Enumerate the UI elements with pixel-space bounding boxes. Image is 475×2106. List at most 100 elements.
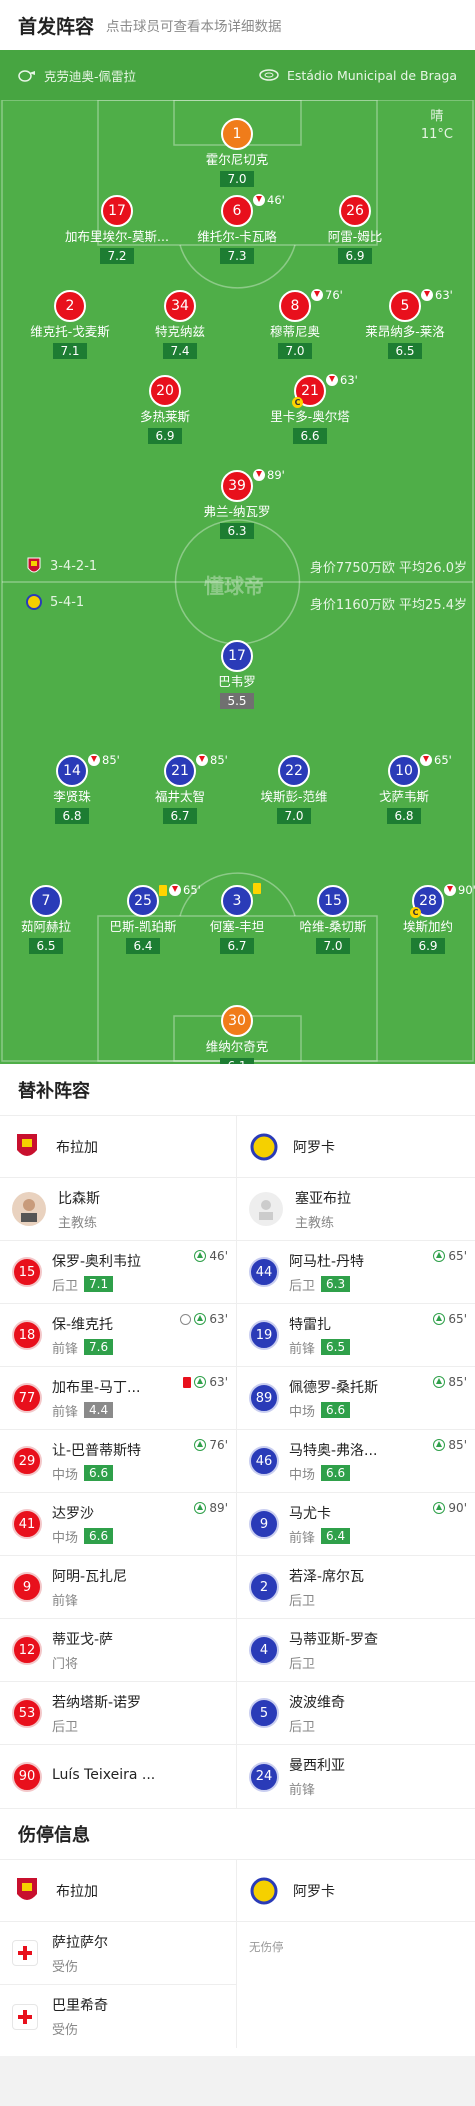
away-player[interactable]: 90' 28 C 埃斯加约 6.9 bbox=[368, 883, 475, 954]
away-coach[interactable]: 塞亚布拉 主教练 bbox=[237, 1178, 475, 1241]
sub-out-icon bbox=[420, 754, 432, 766]
sub-player-position: 门将 bbox=[52, 1656, 79, 1672]
away-player[interactable]: 22 埃斯彭-范维 7.0 bbox=[234, 755, 354, 824]
player-name: 莱昂纳多-莱洛 bbox=[365, 324, 445, 339]
home-formation-text: 3-4-2-1 bbox=[50, 558, 98, 574]
sub-player-row[interactable]: 19 特雷扎 前锋 6.5 65' bbox=[237, 1304, 475, 1367]
sub-player-row[interactable]: 89 佩德罗-桑托斯 中场 6.6 85' bbox=[237, 1367, 475, 1430]
sub-player-row[interactable]: 44 阿马杜-丹特 后卫 6.3 65' bbox=[237, 1241, 475, 1304]
player-rating: 6.8 bbox=[387, 808, 421, 824]
sub-event: 65' bbox=[433, 1312, 467, 1326]
player-rating: 6.7 bbox=[220, 938, 254, 954]
pitch: 克劳迪奥-佩雷拉 Estádio Municipal de Braga 晴 11… bbox=[0, 50, 475, 1064]
injury-row[interactable]: 萨拉萨尔 受伤 bbox=[0, 1922, 236, 1985]
sub-shirt-number: 90 bbox=[12, 1761, 42, 1792]
away-player[interactable]: 17 巴韦罗 5.5 bbox=[177, 640, 297, 709]
sub-out-icon bbox=[88, 754, 100, 766]
subs-away-team[interactable]: 阿罗卡 bbox=[237, 1116, 475, 1178]
red-card-icon bbox=[183, 1376, 192, 1388]
home-formation: 3-4-2-1 bbox=[26, 556, 97, 576]
player-rating: 7.2 bbox=[100, 248, 134, 264]
away-player[interactable]: 65' 10 戈萨韦斯 6.8 bbox=[344, 753, 464, 824]
sub-player-row[interactable]: 77 加布里-马丁... 前锋 4.4 63' bbox=[0, 1367, 236, 1430]
home-player[interactable]: 20 多热莱斯 6.9 bbox=[105, 375, 225, 444]
sub-shirt-number: 15 bbox=[12, 1257, 42, 1287]
sub-shirt-number: 77 bbox=[12, 1383, 42, 1413]
player-number: 22 bbox=[285, 763, 303, 779]
player-number: 26 bbox=[346, 203, 364, 219]
home-player[interactable]: 76' 8 穆蒂尼奥 7.0 bbox=[235, 288, 355, 359]
player-number: 21 bbox=[171, 763, 189, 779]
player-name: 李贤珠 bbox=[53, 789, 91, 804]
sub-player-row[interactable]: 18 保-维克托 前锋 7.6 63' bbox=[0, 1304, 236, 1367]
sub-player-rating: 6.6 bbox=[321, 1465, 351, 1481]
sub-event: 46' bbox=[194, 1249, 228, 1263]
shirt-number: 10 bbox=[388, 755, 420, 787]
sub-player-row[interactable]: 24 曼西利亚 前锋 bbox=[237, 1745, 475, 1808]
sub-player-row[interactable]: 4 马蒂亚斯-罗查 后卫 bbox=[237, 1619, 475, 1682]
injuries-away-team[interactable]: 阿罗卡 bbox=[237, 1860, 475, 1922]
sub-in-time: 63' bbox=[209, 1312, 228, 1326]
shirt-number: 3 bbox=[221, 885, 253, 917]
sub-player-position: 后卫 bbox=[289, 1656, 316, 1672]
sub-player-position: 后卫 bbox=[289, 1278, 316, 1294]
sub-player-row[interactable]: 53 若纳塔斯-诺罗 后卫 bbox=[0, 1682, 236, 1745]
injuries-home-team[interactable]: 布拉加 bbox=[0, 1860, 236, 1922]
home-player[interactable]: 2 维克托-戈麦斯 7.1 bbox=[10, 290, 130, 359]
sub-player-row[interactable]: 15 保罗-奥利韦拉 后卫 7.1 46' bbox=[0, 1241, 236, 1304]
sub-player-row[interactable]: 5 波波维奇 后卫 bbox=[237, 1682, 475, 1745]
player-name: 福井太智 bbox=[154, 789, 205, 804]
sub-shirt-number: 18 bbox=[12, 1320, 42, 1350]
player-number: 5 bbox=[400, 298, 410, 314]
sub-player-row[interactable]: 2 若泽-席尔瓦 后卫 bbox=[237, 1556, 475, 1619]
away-player[interactable]: 85' 21 福井太智 6.7 bbox=[120, 753, 240, 824]
sub-player-position: 中场 bbox=[52, 1530, 79, 1546]
home-player[interactable]: 46' 6 维托尔-卡瓦略 7.3 bbox=[177, 193, 297, 264]
sub-player-position: 后卫 bbox=[289, 1593, 316, 1609]
sub-player-row[interactable]: 12 蒂亚戈-萨 门将 bbox=[0, 1619, 236, 1682]
injured-player-name: 巴里希奇 bbox=[52, 1998, 108, 2014]
home-player[interactable]: 26 阿雷-姆比 6.9 bbox=[295, 195, 415, 264]
sub-player-name: 若泽-席尔瓦 bbox=[289, 1568, 365, 1585]
sub-player-row[interactable]: 41 达罗沙 中场 6.6 89' bbox=[0, 1493, 236, 1556]
player-event: 76' bbox=[311, 288, 343, 302]
sub-player-row[interactable]: 90 Luís Teixeira ... bbox=[0, 1745, 236, 1808]
away-coach-name: 塞亚布拉 bbox=[295, 1190, 351, 1207]
home-player[interactable]: 17 加布里埃尔-莫斯... 7.2 bbox=[57, 195, 177, 264]
lineup-title: 首发阵容 bbox=[18, 15, 95, 38]
sub-event: 89' bbox=[194, 1501, 228, 1515]
sub-player-row[interactable]: 9 阿明-瓦扎尼 前锋 bbox=[0, 1556, 236, 1619]
referee-name: 克劳迪奥-佩雷拉 bbox=[44, 68, 137, 84]
home-player[interactable]: 1 霍尔尼切克 7.0 bbox=[177, 118, 297, 187]
player-rating: 6.5 bbox=[29, 938, 63, 954]
arouca-logo-icon bbox=[249, 1876, 279, 1906]
sub-player-row[interactable]: 46 马特奥-弗洛... 中场 6.6 85' bbox=[237, 1430, 475, 1493]
player-number: 21 bbox=[301, 383, 319, 399]
whistle-icon bbox=[18, 70, 35, 82]
away-player[interactable]: 30维纳尔奇克6.1 bbox=[177, 1005, 297, 1064]
sub-player-name: 保罗-奥利韦拉 bbox=[52, 1253, 142, 1270]
player-name: 特克纳兹 bbox=[154, 324, 205, 339]
sub-player-row[interactable]: 29 让-巴普蒂斯特 中场 6.6 76' bbox=[0, 1430, 236, 1493]
home-player[interactable]: 63' 21 C 里卡多-奥尔塔 6.6 bbox=[250, 373, 370, 444]
home-coach[interactable]: 比森斯 主教练 bbox=[0, 1178, 236, 1241]
subs-away-column: 阿罗卡 塞亚布拉 主教练 44 阿马杜-丹特 后卫 6.3 65' 19 特雷扎 前锋 6.5 65… bbox=[237, 1116, 475, 1808]
away-player[interactable]: 85' 14 李贤珠 6.8 bbox=[12, 753, 132, 824]
sub-shirt-number: 9 bbox=[249, 1509, 279, 1539]
sub-player-row[interactable]: 9 马尤卡 前锋 6.4 90' bbox=[237, 1493, 475, 1556]
sub-in-icon bbox=[433, 1376, 446, 1388]
yellow-card-icon bbox=[253, 883, 261, 894]
home-player[interactable]: 34 特克纳兹 7.4 bbox=[120, 290, 240, 359]
subs-home-team[interactable]: 布拉加 bbox=[0, 1116, 236, 1178]
home-player[interactable]: 89' 39 弗兰-纳瓦罗 6.3 bbox=[177, 468, 297, 539]
braga-logo-icon bbox=[12, 1132, 42, 1162]
teams-row: 克劳迪奥-佩雷拉 Estádio Municipal de Braga bbox=[0, 50, 475, 100]
sub-in-icon bbox=[433, 1313, 446, 1325]
injuries-title: 伤停信息 bbox=[0, 1808, 475, 1860]
player-name: 多热莱斯 bbox=[139, 409, 190, 424]
shirt-number: 5 bbox=[389, 290, 421, 322]
injury-row[interactable]: 巴里希奇 受伤 bbox=[0, 1985, 236, 2048]
home-player[interactable]: 63' 5 莱昂纳多-莱洛 6.5 bbox=[345, 288, 465, 359]
sub-in-icon bbox=[433, 1439, 446, 1451]
player-rating: 5.5 bbox=[220, 693, 254, 709]
